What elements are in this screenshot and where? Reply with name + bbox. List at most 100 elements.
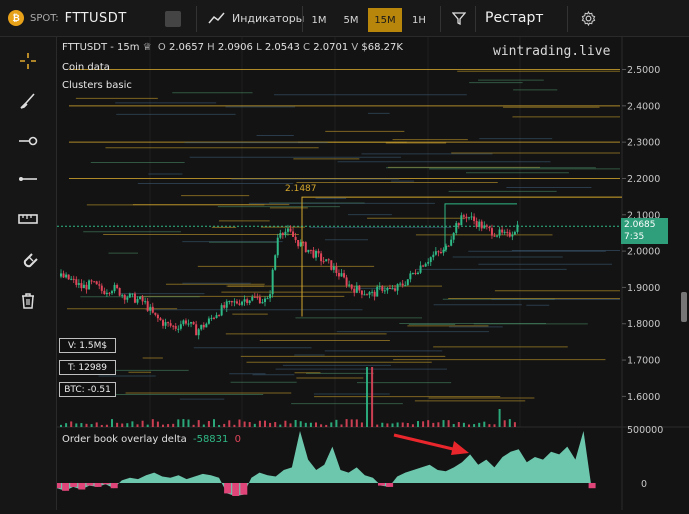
candle-body	[179, 324, 182, 329]
candle-body	[121, 294, 124, 296]
volume-bar	[177, 419, 180, 427]
drawing-toolbar	[0, 37, 57, 510]
market-selector[interactable]: ₿ SPOT: FTTUSDT	[8, 0, 127, 36]
volume-bar	[60, 424, 62, 427]
volume-bar	[182, 419, 185, 427]
volume-bar	[488, 424, 491, 427]
symbol-name: FTTUSDT	[64, 10, 127, 26]
candle-body	[261, 302, 264, 304]
candle-body	[60, 273, 62, 277]
candle-body	[483, 225, 486, 229]
chart-scrollbar[interactable]	[681, 292, 687, 322]
volume-bar	[253, 423, 256, 427]
candle-body	[378, 286, 381, 288]
horizontal-line-icon	[19, 177, 37, 181]
candle-body	[190, 322, 193, 324]
volume-bar	[105, 424, 108, 427]
current-price: 2.0685	[624, 220, 656, 230]
candle-body	[253, 296, 256, 298]
candle-body	[368, 292, 371, 295]
volume-bar	[223, 423, 226, 427]
volume-bar	[258, 420, 261, 427]
indicator-coin-data[interactable]: Coin data	[62, 62, 110, 73]
candle-body	[151, 306, 154, 313]
candle-body	[85, 284, 88, 290]
candle-body	[434, 251, 437, 255]
volume-bar	[442, 420, 445, 427]
candle-body	[304, 242, 307, 253]
candle-body	[493, 235, 496, 237]
candle-body	[70, 278, 73, 280]
candle-body	[182, 320, 185, 325]
volume-bar	[111, 419, 113, 427]
legend-volume: $68.27K	[361, 42, 403, 53]
volume-bar	[162, 424, 164, 427]
timeframe-1h-button[interactable]: 1H	[406, 8, 432, 32]
candle-body	[88, 280, 91, 290]
volume-bar	[335, 419, 338, 427]
ray-tool[interactable]	[14, 129, 42, 153]
ruler-tool[interactable]	[14, 207, 42, 231]
candle-body	[149, 306, 152, 311]
candle-body	[235, 301, 238, 304]
candle-body	[220, 305, 223, 316]
timeframe-5m-button[interactable]: 5M	[338, 8, 364, 32]
color-swatch-button[interactable]	[165, 11, 181, 27]
volume-bar	[207, 421, 210, 427]
candle-body	[292, 231, 295, 237]
candle-body	[360, 290, 363, 295]
candle-body	[406, 279, 409, 286]
volume-bar	[468, 424, 470, 427]
timeframe-15m-button[interactable]: 15M	[368, 8, 402, 32]
volume-bar	[136, 424, 139, 427]
restart-button[interactable]: Рестарт	[485, 0, 544, 36]
delta-negative-bar	[378, 483, 385, 486]
legend-close: 2.0701	[313, 42, 349, 53]
candle-body	[162, 320, 164, 326]
brush-tool[interactable]	[14, 89, 42, 113]
price-axis-label: 2.0000	[627, 247, 660, 258]
candle-body	[327, 259, 330, 261]
volume-bar	[269, 422, 272, 427]
candle-body	[496, 235, 499, 237]
delete-drawings-button[interactable]	[14, 289, 42, 313]
delta-negative-bar	[54, 483, 61, 489]
delta-negative-bar	[102, 483, 110, 485]
volume-bar	[386, 423, 389, 427]
volume-bar	[508, 419, 511, 427]
candle-body	[111, 291, 113, 294]
delta-negative-bar	[110, 483, 118, 489]
volume-bar	[427, 420, 430, 427]
horizontal-line-tool[interactable]	[14, 167, 42, 191]
volume-bar	[498, 409, 501, 427]
candle-body	[373, 291, 376, 297]
candle-body	[116, 284, 119, 288]
indicators-button[interactable]: Индикаторы	[208, 0, 304, 36]
volume-bar	[493, 424, 496, 427]
candle-body	[284, 231, 287, 236]
candle-body	[174, 326, 177, 329]
magnet-tool[interactable]	[14, 249, 42, 273]
candle-body	[353, 288, 356, 293]
candle-body	[297, 240, 300, 247]
volume-bar	[289, 423, 292, 427]
candle-body	[67, 274, 70, 280]
candle-body	[516, 224, 519, 232]
crosshair-tool[interactable]	[14, 49, 42, 73]
delta-axis-label: 0	[641, 479, 647, 490]
volume-bar	[330, 422, 333, 427]
volume-bar	[264, 420, 266, 427]
volume-bar	[350, 419, 353, 427]
candle-body	[95, 281, 98, 285]
volume-bar	[294, 419, 297, 427]
indicator-clusters-basic[interactable]: Clusters basic	[62, 80, 132, 91]
filter-button[interactable]	[452, 0, 466, 36]
settings-button[interactable]	[581, 0, 596, 36]
candle-body	[424, 263, 427, 267]
price-axis-label: 1.7000	[627, 356, 660, 367]
candle-body	[475, 220, 478, 227]
timeframe-1m-button[interactable]: 1M	[306, 8, 332, 32]
volume-bar	[304, 422, 307, 427]
candle-body	[315, 250, 317, 258]
volume-bar	[391, 423, 394, 427]
